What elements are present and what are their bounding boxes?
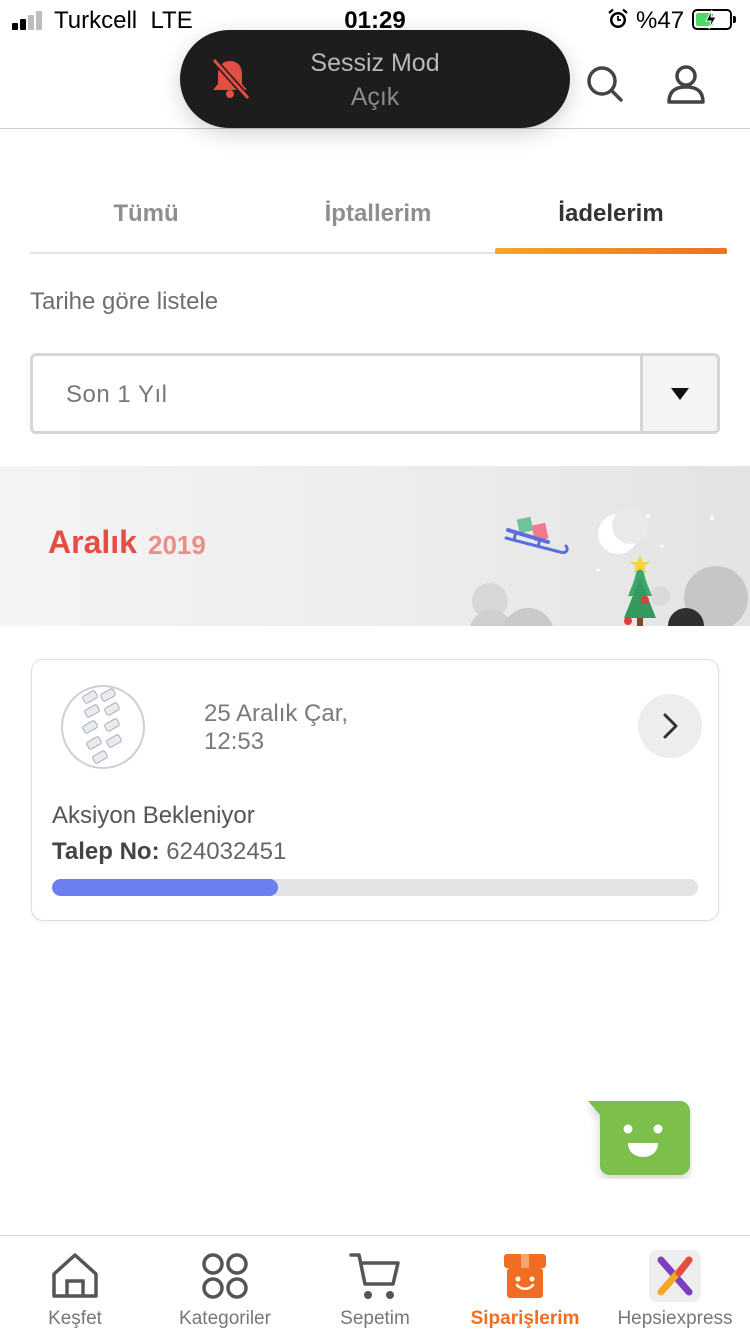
- chat-bot-button[interactable]: [586, 1099, 692, 1179]
- date-range-value: Son 1 Yıl: [66, 381, 168, 408]
- cart-icon: [349, 1253, 400, 1299]
- nav-label-cart: Sepetim: [340, 1308, 410, 1329]
- nav-label-categories: Kategoriler: [179, 1308, 271, 1329]
- alarm-clock-icon: [608, 8, 628, 28]
- bottom-navigation: Keşfet Kategoriler Sepetim Siparişlerim: [0, 1235, 750, 1334]
- silent-mode-toast: Sessiz Mod Açık: [180, 30, 570, 128]
- request-progress-fill: [52, 879, 279, 896]
- request-date: 25 Aralık Çar, 12:53: [204, 700, 349, 755]
- grid-icon: [202, 1253, 248, 1299]
- request-number: Talep No: 624032451: [52, 838, 286, 866]
- date-range-select[interactable]: Son 1 Yıl: [30, 353, 720, 434]
- nav-item-hepsiexpress[interactable]: Hepsiexpress: [600, 1236, 750, 1334]
- banner-month: Aralık: [48, 524, 137, 560]
- details-button[interactable]: [638, 694, 702, 758]
- product-thumbnail: [61, 685, 145, 769]
- banner-year: 2019: [148, 530, 206, 560]
- request-number-value: 624032451: [166, 838, 287, 865]
- return-request-card[interactable]: 25 Aralık Çar, 12:53 Aksiyon Bekleniyor …: [31, 659, 719, 921]
- toast-subtitle: Açık: [350, 83, 400, 111]
- nav-item-discover[interactable]: Keşfet: [0, 1236, 150, 1334]
- toast-title: Sessiz Mod: [310, 49, 440, 77]
- tab-all[interactable]: Tümü: [30, 200, 262, 228]
- battery-percentage: %47: [636, 7, 685, 34]
- hepsiexpress-logo-icon: [649, 1250, 701, 1302]
- search-icon[interactable]: [583, 62, 627, 106]
- tab-returns[interactable]: İadelerim: [495, 200, 727, 228]
- nav-item-cart[interactable]: Sepetim: [300, 1236, 450, 1334]
- request-status: Aksiyon Bekleniyor: [52, 802, 255, 829]
- month-banner: Aralık 2019: [0, 466, 750, 626]
- home-icon: [52, 1253, 98, 1298]
- user-icon[interactable]: [664, 62, 708, 106]
- request-progress: [52, 879, 698, 896]
- nav-label-hepsiexpress: Hepsiexpress: [617, 1308, 733, 1329]
- filter-label: Tarihe göre listele: [30, 288, 219, 315]
- tab-cancellations[interactable]: İptallerim: [262, 200, 494, 228]
- nav-label-discover: Keşfet: [48, 1308, 102, 1329]
- order-tabs: Tümü İptallerim İadelerim: [30, 195, 727, 254]
- package-icon: [504, 1254, 546, 1298]
- nav-item-orders[interactable]: Siparişlerim: [450, 1236, 600, 1334]
- nav-item-categories[interactable]: Kategoriler: [150, 1236, 300, 1334]
- chevron-right-icon: [663, 713, 678, 739]
- caret-down-icon: [671, 388, 689, 400]
- dropdown-button[interactable]: [640, 356, 717, 431]
- nav-label-orders: Siparişlerim: [470, 1308, 580, 1329]
- active-tab-indicator: [495, 248, 727, 254]
- battery-icon: [692, 9, 736, 30]
- request-number-label: Talep No:: [52, 838, 160, 865]
